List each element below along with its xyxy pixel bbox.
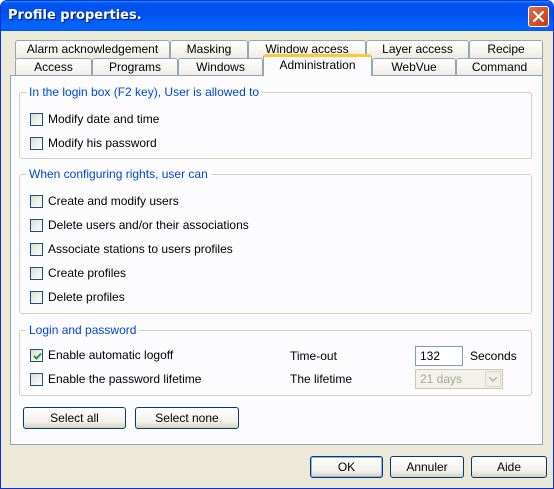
timeout-value: 132 xyxy=(420,349,441,363)
login-password-group: Login and password Enable automatic logo… xyxy=(19,323,532,396)
cancel-button[interactable]: Annuler xyxy=(390,456,464,478)
select-all-button[interactable]: Select all xyxy=(23,407,126,429)
lifetime-value: 21 days xyxy=(420,372,463,386)
tab-recipe[interactable]: Recipe xyxy=(469,40,543,59)
checkbox-label: Create profiles xyxy=(48,266,127,280)
rights-group-title: When configuring rights, user can xyxy=(26,167,211,181)
checkbox-label: Modify his password xyxy=(48,136,157,150)
delete-users-checkbox[interactable]: Delete users and/or their associations xyxy=(30,218,249,232)
checkbox-box[interactable] xyxy=(30,112,43,126)
create-modify-users-checkbox[interactable]: Create and modify users xyxy=(30,194,179,208)
create-profiles-checkbox[interactable]: Create profiles xyxy=(30,266,126,280)
checkbox-label: Associate stations to users profiles xyxy=(48,242,233,256)
checkbox-label: Delete profiles xyxy=(48,290,125,304)
checkbox-label: Create and modify users xyxy=(48,194,179,208)
lifetime-select[interactable]: 21 days xyxy=(415,369,503,389)
dropdown-button[interactable] xyxy=(485,371,501,387)
password-lifetime-checkbox[interactable]: Enable the password lifetime xyxy=(30,372,201,386)
window-title: Profile properties. xyxy=(8,8,142,23)
ok-button[interactable]: OK xyxy=(310,456,383,478)
profile-properties-dialog: Profile properties. Alarm acknowledgemen… xyxy=(0,0,554,489)
timeout-label: Time-out xyxy=(290,349,337,363)
auto-logoff-checkbox[interactable]: Enable automatic logoff xyxy=(30,348,173,362)
rights-group: When configuring rights, user can Create… xyxy=(19,167,532,314)
checkbox-label: Enable the password lifetime xyxy=(48,372,202,386)
login-box-group: In the login box (F2 key), User is allow… xyxy=(19,85,532,159)
checkbox-box[interactable] xyxy=(30,218,43,232)
checkmark-icon xyxy=(33,352,42,360)
login-box-group-title: In the login box (F2 key), User is allow… xyxy=(26,85,263,99)
associate-stations-checkbox[interactable]: Associate stations to users profiles xyxy=(30,242,233,256)
tab-masking[interactable]: Masking xyxy=(170,40,248,59)
timeout-input[interactable]: 132 xyxy=(415,346,463,366)
tab-layer-access[interactable]: Layer access xyxy=(366,40,469,59)
checkbox-box[interactable] xyxy=(30,372,43,386)
checkbox-label: Delete users and/or their associations xyxy=(48,218,249,232)
modify-password-checkbox[interactable]: Modify his password xyxy=(30,136,157,150)
lifetime-label: The lifetime xyxy=(290,372,353,386)
close-button[interactable] xyxy=(528,6,549,27)
select-none-button[interactable]: Select none xyxy=(135,407,239,429)
checkbox-box[interactable] xyxy=(30,194,43,208)
login-password-group-title: Login and password xyxy=(26,323,140,337)
tab-administration[interactable]: Administration xyxy=(263,54,372,76)
help-button[interactable]: Aide xyxy=(471,456,547,478)
checkbox-box[interactable] xyxy=(30,290,43,304)
checkbox-label: Modify date and time xyxy=(48,112,160,126)
delete-profiles-checkbox[interactable]: Delete profiles xyxy=(30,290,125,304)
tab-alarm-acknowledgement[interactable]: Alarm acknowledgement xyxy=(15,40,170,59)
close-icon xyxy=(533,11,544,22)
checkbox-box[interactable] xyxy=(30,242,43,256)
administration-panel: In the login box (F2 key), User is allow… xyxy=(10,75,543,445)
modify-date-time-checkbox[interactable]: Modify date and time xyxy=(30,112,159,126)
chevron-down-icon xyxy=(489,376,497,382)
checkbox-label: Enable automatic logoff xyxy=(48,348,174,362)
checkbox-box[interactable] xyxy=(30,348,43,362)
checkbox-box[interactable] xyxy=(30,266,43,280)
checkbox-box[interactable] xyxy=(30,136,43,150)
title-bar[interactable]: Profile properties. xyxy=(1,1,553,31)
timeout-unit: Seconds xyxy=(470,349,517,363)
